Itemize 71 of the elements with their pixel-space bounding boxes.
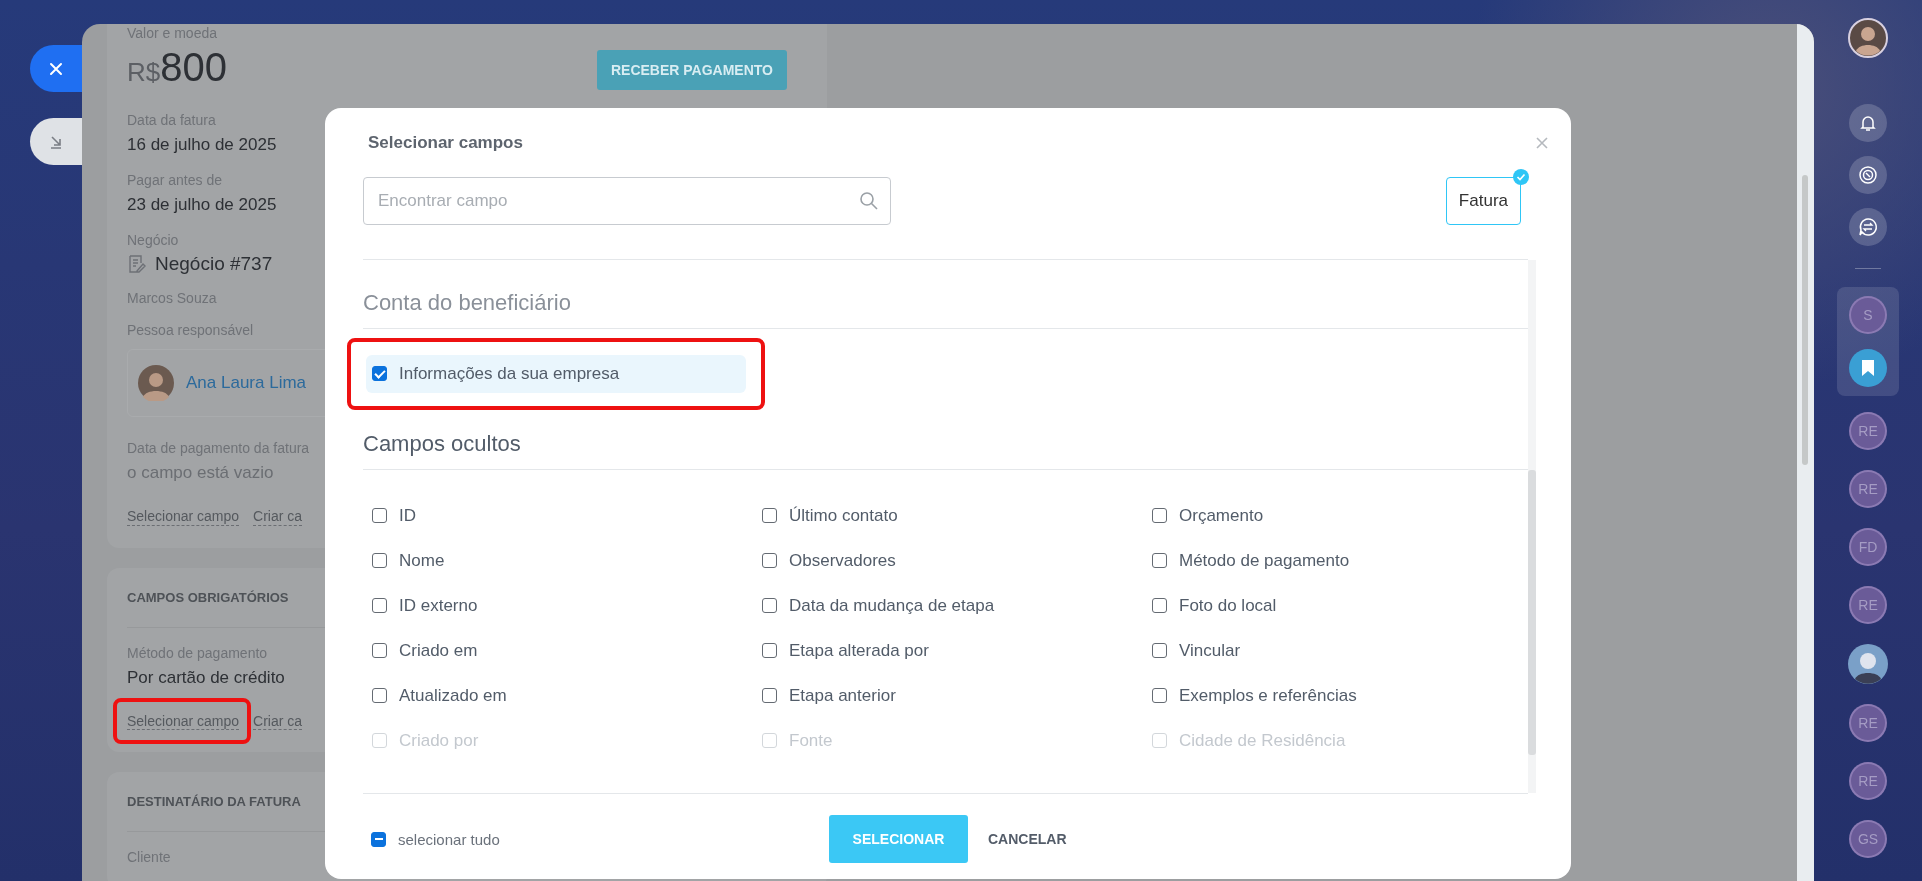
field-option[interactable]: Foto do local [1152,592,1532,619]
field-option[interactable]: ID [372,502,762,529]
avatar [138,365,174,401]
scrollbar[interactable] [1528,469,1536,755]
section-heading: CAMPOS OBRIGATÓRIOS [127,589,289,605]
checkbox[interactable] [372,508,387,524]
checkbox[interactable] [372,688,387,704]
checkbox[interactable] [1152,553,1167,569]
bookmark-icon [1861,359,1875,377]
notifications-button[interactable] [1849,104,1887,142]
chat-swap-icon [1857,216,1879,238]
swirl-icon [1857,164,1879,186]
section-heading: Conta do beneficiário [363,259,1528,329]
field-option[interactable]: Criado em [372,637,762,664]
field-option[interactable]: Informações da sua empresa [366,354,746,393]
dashed-link[interactable]: Selecionar campo [127,507,240,526]
chat-button[interactable] [1849,208,1887,246]
close-button[interactable] [30,45,82,92]
checkbox[interactable] [1152,508,1167,524]
field-value: 23 de julho de 2025 [127,194,277,216]
checkbox[interactable] [1152,643,1167,659]
deal-link[interactable]: Negócio #737 [155,253,273,275]
check-badge-icon [1513,168,1529,185]
bell-icon [1858,113,1878,133]
avatar[interactable] [1848,644,1888,684]
cancel-button[interactable]: CANCELAR [978,817,1077,862]
field-option[interactable]: Observadores [762,547,1152,574]
document-icon [127,254,147,274]
checkbox[interactable] [762,508,777,524]
dialog-title: Selecionar campos [367,132,523,153]
field-option[interactable]: Orçamento [1152,502,1532,529]
field-value: Por cartão de crédito [127,667,285,689]
checkbox[interactable] [1152,688,1167,704]
close-icon [48,60,64,77]
bookmark-button[interactable] [1849,349,1887,387]
checkbox[interactable] [372,598,387,614]
entity-chip[interactable]: Fatura [1445,176,1521,225]
field-option[interactable]: Etapa anterior [762,682,1152,709]
dashed-link[interactable]: Criar ca [253,713,303,730]
field-option[interactable]: Nome [372,547,762,574]
field-option[interactable]: Data da mudança de etapa [762,592,1152,619]
select-all-option[interactable]: selecionar tudo [371,830,500,848]
field-option[interactable]: Etapa alterada por [762,637,1152,664]
avatar[interactable] [1848,18,1888,58]
dashed-link[interactable]: Criar ca [253,507,303,526]
section-heading: Campos ocultos [363,392,1528,470]
copilot-button[interactable] [1849,156,1887,194]
checkbox[interactable] [372,366,387,382]
field-option[interactable]: ID externo [372,592,762,619]
checkbox[interactable] [371,831,386,847]
checkbox[interactable] [762,643,777,659]
field-option[interactable]: Vincular [1152,637,1532,664]
minimize-button[interactable] [30,118,82,165]
section-heading: DESTINATÁRIO DA FATURA [127,793,301,809]
checkbox[interactable] [762,688,777,704]
minimize-icon [48,133,64,150]
search-field[interactable]: Encontrar campo [363,176,891,225]
checkbox[interactable] [372,553,387,569]
field-value: 16 de julho de 2025 [127,134,277,156]
checkbox[interactable] [762,553,777,569]
dashed-link[interactable]: Selecionar campo [127,713,240,730]
field-option[interactable]: Último contato [762,502,1152,529]
checkbox[interactable] [762,598,777,614]
field-option[interactable]: Exemplos e referências [1152,682,1532,709]
field-option[interactable]: Método de pagamento [1152,547,1532,574]
search-icon [859,190,879,211]
checkbox[interactable] [1152,598,1167,614]
checkbox[interactable] [372,643,387,659]
scrollbar[interactable] [1802,175,1808,465]
amount-value: R$800 [127,44,227,91]
field-option[interactable]: Atualizado em [372,682,762,709]
